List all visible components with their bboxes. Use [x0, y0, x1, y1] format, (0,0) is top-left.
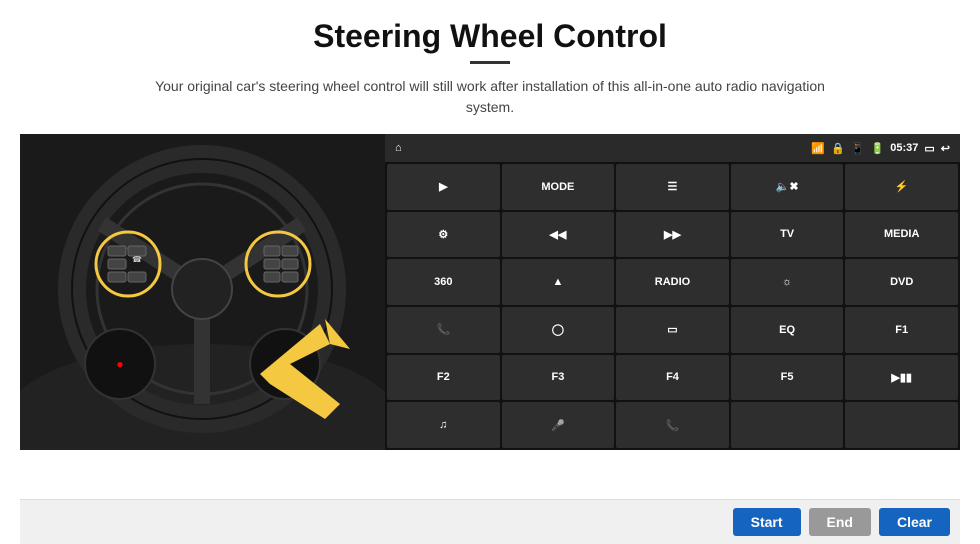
btn-f1[interactable]: F1	[845, 307, 958, 353]
f3-label: F3	[551, 371, 564, 383]
btn-eject[interactable]: ▲	[502, 259, 615, 305]
btn-play-pause[interactable]: ▶▮▮	[845, 355, 958, 401]
f4-label: F4	[666, 371, 679, 383]
btn-f3[interactable]: F3	[502, 355, 615, 401]
bt-icon: 🔋	[871, 142, 885, 155]
wifi-icon: 📶	[811, 142, 825, 155]
next-icon: ▶▶	[664, 228, 681, 241]
prev-icon: ◀◀	[549, 228, 566, 241]
page-container: Steering Wheel Control Your original car…	[0, 0, 980, 544]
btn-f4[interactable]: F4	[616, 355, 729, 401]
btn-prev[interactable]: ◀◀	[502, 212, 615, 258]
btn-nav[interactable]: ▶	[387, 164, 500, 210]
settings-icon: ⚙	[438, 228, 448, 241]
btn-settings[interactable]: ⚙	[387, 212, 500, 258]
screen-icon: ▭	[924, 142, 934, 155]
sim-icon: 📱	[851, 142, 865, 155]
btn-media[interactable]: MEDIA	[845, 212, 958, 258]
btn-brightness[interactable]: ☼	[731, 259, 844, 305]
360-label: 360	[434, 276, 452, 288]
steering-wheel-image: ● ○ ☎	[20, 134, 385, 450]
btn-dvd[interactable]: DVD	[845, 259, 958, 305]
btn-empty-2	[845, 402, 958, 448]
content-row: ● ○ ☎	[20, 134, 960, 450]
media-label: MEDIA	[884, 228, 919, 240]
back-icon: ↩	[941, 142, 950, 155]
home-icon: ⌂	[395, 142, 402, 154]
btn-f5[interactable]: F5	[731, 355, 844, 401]
svg-text:●: ●	[116, 357, 123, 371]
f1-label: F1	[895, 324, 908, 336]
page-subtitle: Your original car's steering wheel contr…	[140, 76, 840, 118]
radio-label: RADIO	[655, 276, 690, 288]
lock-icon: 🔒	[831, 142, 845, 155]
btn-gps[interactable]: ◯	[502, 307, 615, 353]
btn-f2[interactable]: F2	[387, 355, 500, 401]
phone-icon: 📞	[436, 323, 450, 336]
mute-icon: 🔈✖	[776, 180, 799, 193]
status-bar-right: 📶 🔒 📱 🔋 05:37 ▭ ↩	[811, 142, 950, 155]
eq-label: EQ	[779, 324, 795, 336]
btn-next[interactable]: ▶▶	[616, 212, 729, 258]
page-title: Steering Wheel Control	[313, 18, 667, 55]
screen-rect-icon: ▭	[667, 323, 677, 336]
time-display: 05:37	[890, 142, 918, 154]
btn-mode[interactable]: MODE	[502, 164, 615, 210]
button-grid: ▶ MODE ☰ 🔈✖ ⚡ ⚙ ◀◀ ▶▶ TV MEDIA 360 ▲ RAD…	[385, 162, 960, 450]
btn-tv[interactable]: TV	[731, 212, 844, 258]
btn-360[interactable]: 360	[387, 259, 500, 305]
status-bar-left: ⌂	[395, 142, 402, 154]
f5-label: F5	[781, 371, 794, 383]
btn-radio[interactable]: RADIO	[616, 259, 729, 305]
play-pause-icon: ▶▮▮	[891, 371, 912, 384]
clear-button[interactable]: Clear	[879, 508, 950, 536]
status-bar: ⌂ 📶 🔒 📱 🔋 05:37 ▭ ↩	[385, 134, 960, 162]
nav-icon: ▶	[439, 180, 447, 193]
music-icon: ♫	[439, 419, 447, 431]
btn-list[interactable]: ☰	[616, 164, 729, 210]
end-button[interactable]: End	[809, 508, 871, 536]
btn-mic[interactable]: 🎤	[502, 402, 615, 448]
btn-empty-1	[731, 402, 844, 448]
start-button[interactable]: Start	[733, 508, 801, 536]
bottom-bar: Start End Clear	[20, 499, 960, 544]
eject-icon: ▲	[552, 276, 563, 288]
mic-icon: 🎤	[551, 419, 565, 432]
dvd-label: DVD	[890, 276, 913, 288]
btn-music[interactable]: ♫	[387, 402, 500, 448]
btn-phone[interactable]: 📞	[387, 307, 500, 353]
title-divider	[470, 61, 510, 64]
mode-label: MODE	[541, 181, 574, 193]
tv-label: TV	[780, 228, 794, 240]
btn-screen[interactable]: ▭	[616, 307, 729, 353]
list-icon: ☰	[668, 180, 678, 193]
brightness-icon: ☼	[782, 276, 792, 288]
svg-text:☎: ☎	[132, 255, 142, 264]
call-icon: 📞	[666, 419, 680, 432]
btn-mute[interactable]: 🔈✖	[731, 164, 844, 210]
head-unit-panel: ⌂ 📶 🔒 📱 🔋 05:37 ▭ ↩ ▶ MODE ☰ 🔈✖	[385, 134, 960, 450]
apps-icon: ⚡	[895, 180, 909, 193]
gps-icon: ◯	[552, 323, 564, 336]
btn-eq[interactable]: EQ	[731, 307, 844, 353]
btn-call[interactable]: 📞	[616, 402, 729, 448]
btn-apps[interactable]: ⚡	[845, 164, 958, 210]
f2-label: F2	[437, 371, 450, 383]
